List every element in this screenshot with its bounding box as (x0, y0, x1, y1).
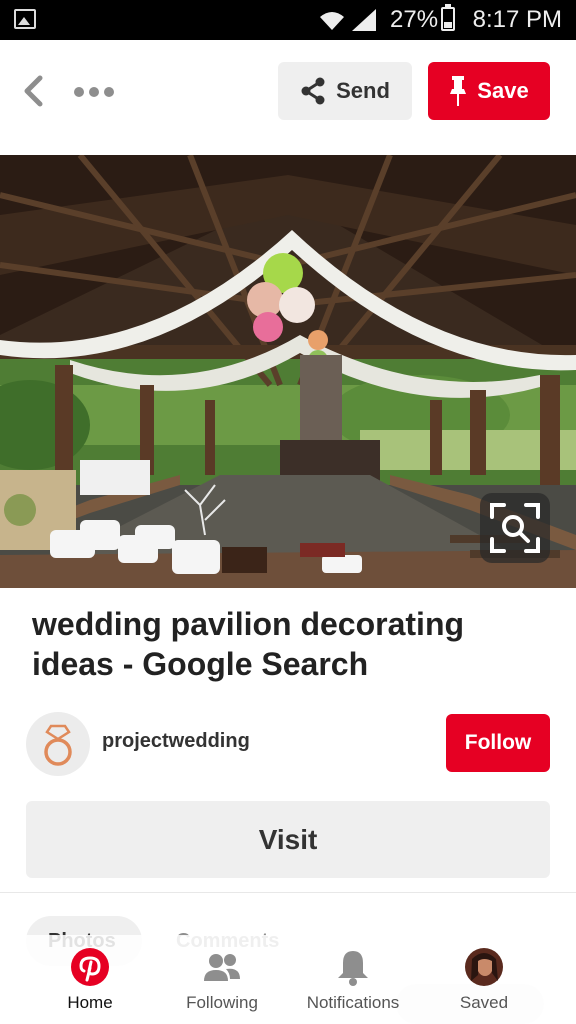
nav-saved-label: Saved (459, 993, 509, 1012)
status-bar: 27% 8:17 PM (0, 0, 576, 40)
follow-button[interactable]: Follow (446, 714, 550, 772)
visual-search-button[interactable] (480, 493, 550, 563)
save-label: Save (477, 78, 529, 103)
divider (0, 892, 576, 893)
nav-following[interactable]: Following (156, 947, 288, 1023)
bottom-navigation: Home Following Notifications Saved (0, 935, 576, 1024)
profile-photo-icon (465, 948, 503, 986)
nav-saved[interactable]: Saved (418, 947, 550, 1023)
wifi-icon (320, 12, 344, 30)
pin-header: Send Save (0, 40, 576, 155)
nav-following-label: Following (186, 993, 258, 1012)
pin-detail-screen: 27% 8:17 PM Send Save wedding pavilion d… (0, 0, 576, 1024)
ring-icon (44, 724, 72, 766)
pin-title: wedding pavilion decorating ideas - Goog… (32, 606, 465, 682)
share-icon (301, 77, 325, 105)
pinterest-logo-icon (71, 948, 109, 986)
pin-image[interactable] (0, 155, 576, 588)
battery-percent: 27% (390, 6, 439, 33)
author-avatar[interactable] (26, 712, 90, 776)
people-icon (204, 954, 240, 981)
bell-icon (338, 951, 368, 986)
nav-notifications-label: Notifications (306, 993, 400, 1012)
visit-button[interactable]: Visit (26, 801, 550, 878)
pin-icon (450, 76, 467, 106)
battery-icon (441, 4, 455, 31)
send-button[interactable]: Send (278, 62, 412, 120)
send-label: Send (336, 78, 390, 103)
visual-search-icon (490, 503, 540, 553)
gallery-icon (14, 9, 36, 29)
save-button[interactable]: Save (428, 62, 550, 120)
more-options-button[interactable] (74, 84, 118, 100)
more-dots-icon (74, 87, 84, 97)
nav-notifications[interactable]: Notifications (287, 947, 419, 1023)
back-arrow-icon (24, 75, 43, 107)
author-name[interactable]: projectwedding (102, 730, 250, 753)
clock: 8:17 PM (472, 6, 562, 33)
back-button[interactable] (18, 74, 50, 108)
nav-home[interactable]: Home (24, 947, 156, 1023)
signal-icon (352, 9, 376, 31)
nav-home-label: Home (67, 993, 113, 1012)
